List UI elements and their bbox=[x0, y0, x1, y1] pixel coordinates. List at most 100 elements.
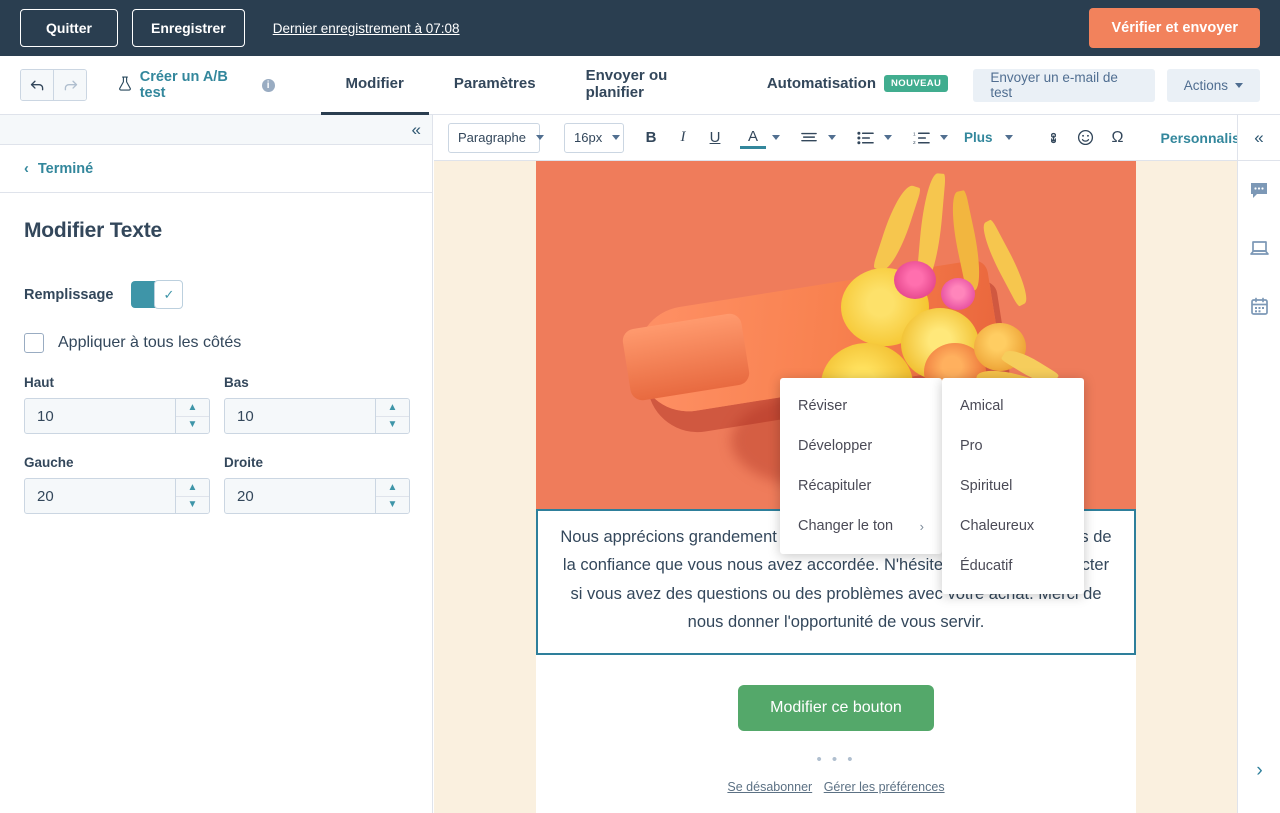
text-color-button[interactable]: A bbox=[740, 127, 766, 149]
send-test-email-button[interactable]: Envoyer un e-mail de test bbox=[973, 69, 1154, 102]
text-color-chevron-down-icon[interactable] bbox=[772, 135, 780, 140]
bullet-list-chevron-down-icon[interactable] bbox=[884, 135, 892, 140]
padding-bottom-input[interactable] bbox=[225, 399, 375, 433]
left-settings-panel: « ‹ Terminé Modifier Texte Remplissage ✓… bbox=[0, 115, 433, 813]
manage-preferences-link[interactable]: Gérer les préférences bbox=[824, 780, 945, 794]
actions-button[interactable]: Actions bbox=[1167, 69, 1260, 102]
done-back-button[interactable]: ‹ Terminé bbox=[0, 145, 432, 193]
chevron-up-icon[interactable]: ▲ bbox=[376, 479, 409, 496]
comment-icon[interactable] bbox=[1238, 161, 1280, 219]
quit-button[interactable]: Quitter bbox=[20, 9, 118, 47]
menu-item-chaleureux[interactable]: Chaleureux bbox=[942, 506, 1084, 546]
padding-top-input[interactable] bbox=[25, 399, 175, 433]
info-icon[interactable]: i bbox=[262, 79, 275, 92]
tab-automatisation[interactable]: Automatisation NOUVEAU bbox=[742, 56, 973, 115]
nav-bar: Créer un A/B test i Modifier Paramètres … bbox=[0, 56, 1280, 115]
padding-right-stepper[interactable]: ▲ ▼ bbox=[224, 478, 410, 514]
bold-button[interactable]: B bbox=[638, 124, 664, 152]
apply-all-sides-checkbox[interactable] bbox=[24, 333, 44, 353]
numbered-list-icon[interactable]: 12 bbox=[908, 124, 934, 152]
menu-item-spirituel[interactable]: Spirituel bbox=[942, 466, 1084, 506]
menu-item-changer-le-ton[interactable]: Changer le ton › bbox=[780, 506, 942, 546]
preview-icon[interactable] bbox=[1238, 219, 1280, 277]
menu-item-educatif-label: Éducatif bbox=[960, 558, 1012, 574]
tab-parametres[interactable]: Paramètres bbox=[429, 56, 561, 115]
padding-toggle[interactable]: ✓ bbox=[131, 281, 183, 308]
field-haut-label: Haut bbox=[24, 375, 210, 390]
done-label: Terminé bbox=[38, 161, 93, 177]
underline-button[interactable]: U bbox=[702, 124, 728, 152]
emoji-icon[interactable] bbox=[1073, 124, 1099, 152]
save-button[interactable]: Enregistrer bbox=[132, 9, 245, 47]
email-cta-button[interactable]: Modifier ce bouton bbox=[738, 685, 934, 731]
paragraph-style-select[interactable]: Paragraphe bbox=[448, 123, 540, 153]
chevron-left-icon: ‹ bbox=[24, 161, 29, 177]
unsubscribe-link[interactable]: Se désabonner bbox=[727, 780, 812, 794]
undo-icon[interactable] bbox=[21, 70, 53, 100]
menu-item-changer-le-ton-label: Changer le ton bbox=[798, 518, 893, 534]
apply-all-sides-label: Appliquer à tous les côtés bbox=[58, 334, 241, 352]
chevron-double-left-icon[interactable]: « bbox=[412, 121, 421, 138]
paragraph-style-value: Paragraphe bbox=[458, 130, 526, 145]
email-footer-links: Se désabonner Gérer les préférences bbox=[536, 776, 1136, 813]
menu-item-reviser[interactable]: Réviser bbox=[780, 386, 942, 426]
ai-context-menu: Réviser Développer Récapituler Changer l… bbox=[780, 378, 942, 554]
review-and-send-button[interactable]: Vérifier et envoyer bbox=[1089, 8, 1260, 48]
font-size-select[interactable]: 16px bbox=[564, 123, 624, 153]
left-panel-collapse-bar: « bbox=[0, 115, 432, 145]
italic-button[interactable]: I bbox=[670, 124, 696, 152]
font-size-value: 16px bbox=[574, 130, 602, 145]
menu-item-amical[interactable]: Amical bbox=[942, 386, 1084, 426]
email-button-wrapper: Modifier ce bouton bbox=[536, 655, 1136, 753]
tab-modifier-label: Modifier bbox=[346, 75, 404, 92]
flask-icon bbox=[117, 75, 133, 96]
bullet-list-icon[interactable] bbox=[852, 124, 878, 152]
padding-top-spin-buttons: ▲ ▼ bbox=[175, 399, 209, 433]
padding-left-spin-buttons: ▲ ▼ bbox=[175, 479, 209, 513]
padding-left-input[interactable] bbox=[25, 479, 175, 513]
padding-bottom-stepper[interactable]: ▲ ▼ bbox=[224, 398, 410, 434]
menu-item-recapituler[interactable]: Récapituler bbox=[780, 466, 942, 506]
redo-icon[interactable] bbox=[53, 70, 85, 100]
chevron-up-icon[interactable]: ▲ bbox=[176, 479, 209, 496]
chevron-down-icon bbox=[1235, 83, 1243, 88]
right-rail-expand-button[interactable]: › bbox=[1238, 751, 1280, 791]
create-ab-test-button[interactable]: Créer un A/B test i bbox=[117, 69, 275, 101]
padding-right-input[interactable] bbox=[225, 479, 375, 513]
chevron-up-icon[interactable]: ▲ bbox=[376, 399, 409, 416]
chevron-down-icon[interactable]: ▼ bbox=[176, 416, 209, 434]
chevron-down-icon[interactable]: ▼ bbox=[376, 496, 409, 514]
more-button[interactable]: Plus bbox=[964, 130, 993, 145]
numbered-list-chevron-down-icon[interactable] bbox=[940, 135, 948, 140]
menu-item-developper[interactable]: Développer bbox=[780, 426, 942, 466]
menu-item-reviser-label: Réviser bbox=[798, 398, 847, 414]
tab-envoyer-ou-planifier[interactable]: Envoyer ou planifier bbox=[561, 56, 742, 115]
ab-test-label: Créer un A/B test bbox=[140, 69, 255, 101]
align-left-icon[interactable] bbox=[796, 124, 822, 152]
align-chevron-down-icon[interactable] bbox=[828, 135, 836, 140]
divider-dots: • • • bbox=[536, 753, 1136, 777]
link-icon[interactable] bbox=[1041, 124, 1067, 152]
left-panel-body: Modifier Texte Remplissage ✓ Appliquer à… bbox=[0, 193, 432, 535]
chevron-down-icon[interactable]: ▼ bbox=[376, 416, 409, 434]
menu-item-pro[interactable]: Pro bbox=[942, 426, 1084, 466]
top-bar: Quitter Enregistrer Dernier enregistreme… bbox=[0, 0, 1280, 56]
chevron-down-icon[interactable]: ▼ bbox=[176, 496, 209, 514]
last-save-link[interactable]: Dernier enregistrement à 07:08 bbox=[273, 21, 460, 36]
chevron-up-icon[interactable]: ▲ bbox=[176, 399, 209, 416]
nav-right-actions: Envoyer un e-mail de test Actions bbox=[973, 69, 1260, 102]
chevron-right-icon: › bbox=[920, 519, 924, 534]
tab-modifier[interactable]: Modifier bbox=[321, 56, 429, 115]
check-icon: ✓ bbox=[154, 280, 183, 309]
padding-left-stepper[interactable]: ▲ ▼ bbox=[24, 478, 210, 514]
menu-item-educatif[interactable]: Éducatif bbox=[942, 546, 1084, 586]
padding-top-stepper[interactable]: ▲ ▼ bbox=[24, 398, 210, 434]
omega-icon[interactable]: Ω bbox=[1105, 124, 1131, 152]
menu-item-chaleureux-label: Chaleureux bbox=[960, 518, 1034, 534]
padding-toggle-label: Remplissage bbox=[24, 287, 113, 303]
calendar-icon[interactable] bbox=[1238, 277, 1280, 335]
more-chevron-down-icon[interactable] bbox=[1005, 135, 1013, 140]
tab-parametres-label: Paramètres bbox=[454, 75, 536, 92]
right-rail: « › bbox=[1237, 115, 1280, 813]
right-rail-collapse-button[interactable]: « bbox=[1238, 115, 1280, 161]
